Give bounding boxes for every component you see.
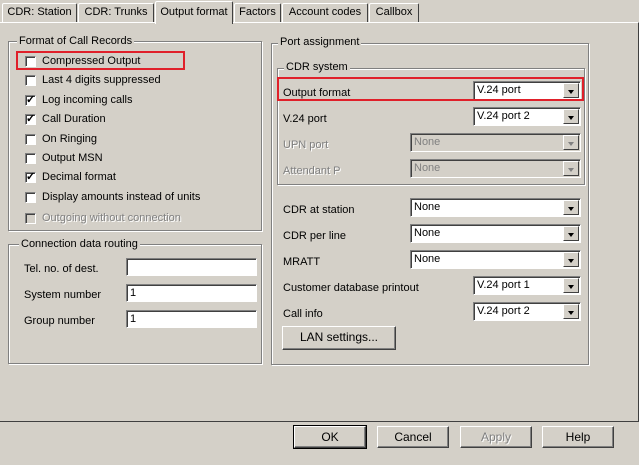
cancel-label: Cancel (394, 430, 432, 444)
upn-port-select[interactable]: None (410, 133, 581, 152)
port-group-title: Port assignment (278, 36, 362, 49)
attendant-select[interactable]: None (410, 159, 581, 178)
tel-no-input[interactable] (126, 258, 257, 276)
log-incoming-label: Log incoming calls (42, 94, 133, 106)
customer-db-value: V.24 port 1 (477, 279, 530, 291)
cdr-line-label: CDR per line (283, 230, 346, 242)
call-info-value: V.24 port 2 (477, 305, 530, 317)
chevron-down-icon[interactable] (563, 161, 579, 176)
chevron-down-icon[interactable] (563, 226, 579, 241)
chevron-down-icon[interactable] (563, 135, 579, 150)
last4-digits-label: Last 4 digits suppressed (42, 74, 161, 86)
help-label: Help (565, 430, 591, 444)
help-button[interactable]: Help (542, 426, 614, 448)
cancel-button[interactable]: Cancel (377, 426, 449, 448)
group-number-label: Group number (24, 315, 95, 327)
log-incoming-checkbox[interactable]: ✓ (25, 95, 36, 106)
upn-port-value: None (414, 136, 441, 148)
display-amounts-label: Display amounts instead of units (42, 191, 201, 203)
v24-port-label: V.24 port (283, 113, 327, 125)
tab-output-format[interactable]: Output format (155, 1, 233, 24)
upn-port-label: UPN port (283, 139, 329, 151)
call-duration-checkbox[interactable]: ✓ (25, 114, 36, 125)
outgoing-without-connection-checkbox[interactable] (25, 213, 36, 224)
cdr-station-select[interactable]: None (410, 198, 581, 217)
routing-group-title: Connection data routing (19, 238, 140, 251)
apply-label: Apply (480, 430, 512, 444)
call-info-select[interactable]: V.24 port 2 (473, 302, 581, 321)
output-msn-label: Output MSN (42, 152, 103, 164)
cdr-station-value: None (414, 201, 441, 213)
lan-settings-label: LAN settings... (299, 330, 379, 344)
v24-port-select[interactable]: V.24 port 2 (473, 107, 581, 126)
tab-panel: Format of Call Records Compressed Output… (0, 22, 639, 422)
display-amounts-checkbox[interactable] (25, 192, 36, 203)
outgoing-without-connection-label: Outgoing without connection (42, 212, 181, 224)
customer-db-select[interactable]: V.24 port 1 (473, 276, 581, 295)
compressed-output-highlight (16, 51, 185, 70)
v24-port-value: V.24 port 2 (477, 110, 530, 122)
ok-label: OK (321, 430, 339, 444)
apply-button[interactable]: Apply (460, 426, 532, 448)
cdr-line-select[interactable]: None (410, 224, 581, 243)
on-ringing-label: On Ringing (42, 133, 98, 145)
chevron-down-icon[interactable] (563, 200, 579, 215)
chevron-down-icon[interactable] (563, 278, 579, 293)
format-group-title: Format of Call Records (17, 35, 135, 48)
cdr-station-label: CDR at station (283, 204, 355, 216)
customer-db-label: Customer database printout (283, 282, 419, 294)
tel-no-label: Tel. no. of dest. (24, 263, 99, 275)
output-format-highlight (277, 77, 584, 101)
tab-factors[interactable]: Factors (234, 3, 281, 22)
system-number-input[interactable]: 1 (126, 284, 257, 302)
group-number-input[interactable]: 1 (126, 310, 257, 328)
output-msn-checkbox[interactable] (25, 153, 36, 164)
tab-cdr-station[interactable]: CDR: Station (2, 3, 77, 22)
tab-account-codes[interactable]: Account codes (282, 3, 368, 22)
chevron-down-icon[interactable] (563, 109, 579, 124)
call-duration-label: Call Duration (42, 113, 106, 125)
attendant-label: Attendant P (283, 165, 341, 177)
attendant-value: None (414, 162, 441, 174)
chevron-down-icon[interactable] (563, 252, 579, 267)
decimal-format-checkbox[interactable]: ✓ (25, 172, 36, 183)
mratt-label: MRATT (283, 256, 321, 268)
on-ringing-checkbox[interactable] (25, 134, 36, 145)
system-number-label: System number (24, 289, 102, 301)
tab-cdr-trunks[interactable]: CDR: Trunks (78, 3, 154, 22)
cdr-line-value: None (414, 227, 441, 239)
mratt-value: None (414, 253, 441, 265)
call-info-label: Call info (283, 308, 323, 320)
lan-settings-button[interactable]: LAN settings... (282, 326, 396, 350)
mratt-select[interactable]: None (410, 250, 581, 269)
tab-callbox[interactable]: Callbox (369, 3, 419, 22)
chevron-down-icon[interactable] (563, 304, 579, 319)
last4-digits-checkbox[interactable] (25, 75, 36, 86)
ok-button[interactable]: OK (293, 425, 367, 449)
decimal-format-label: Decimal format (42, 171, 116, 183)
cdr-system-title: CDR system (284, 61, 350, 74)
